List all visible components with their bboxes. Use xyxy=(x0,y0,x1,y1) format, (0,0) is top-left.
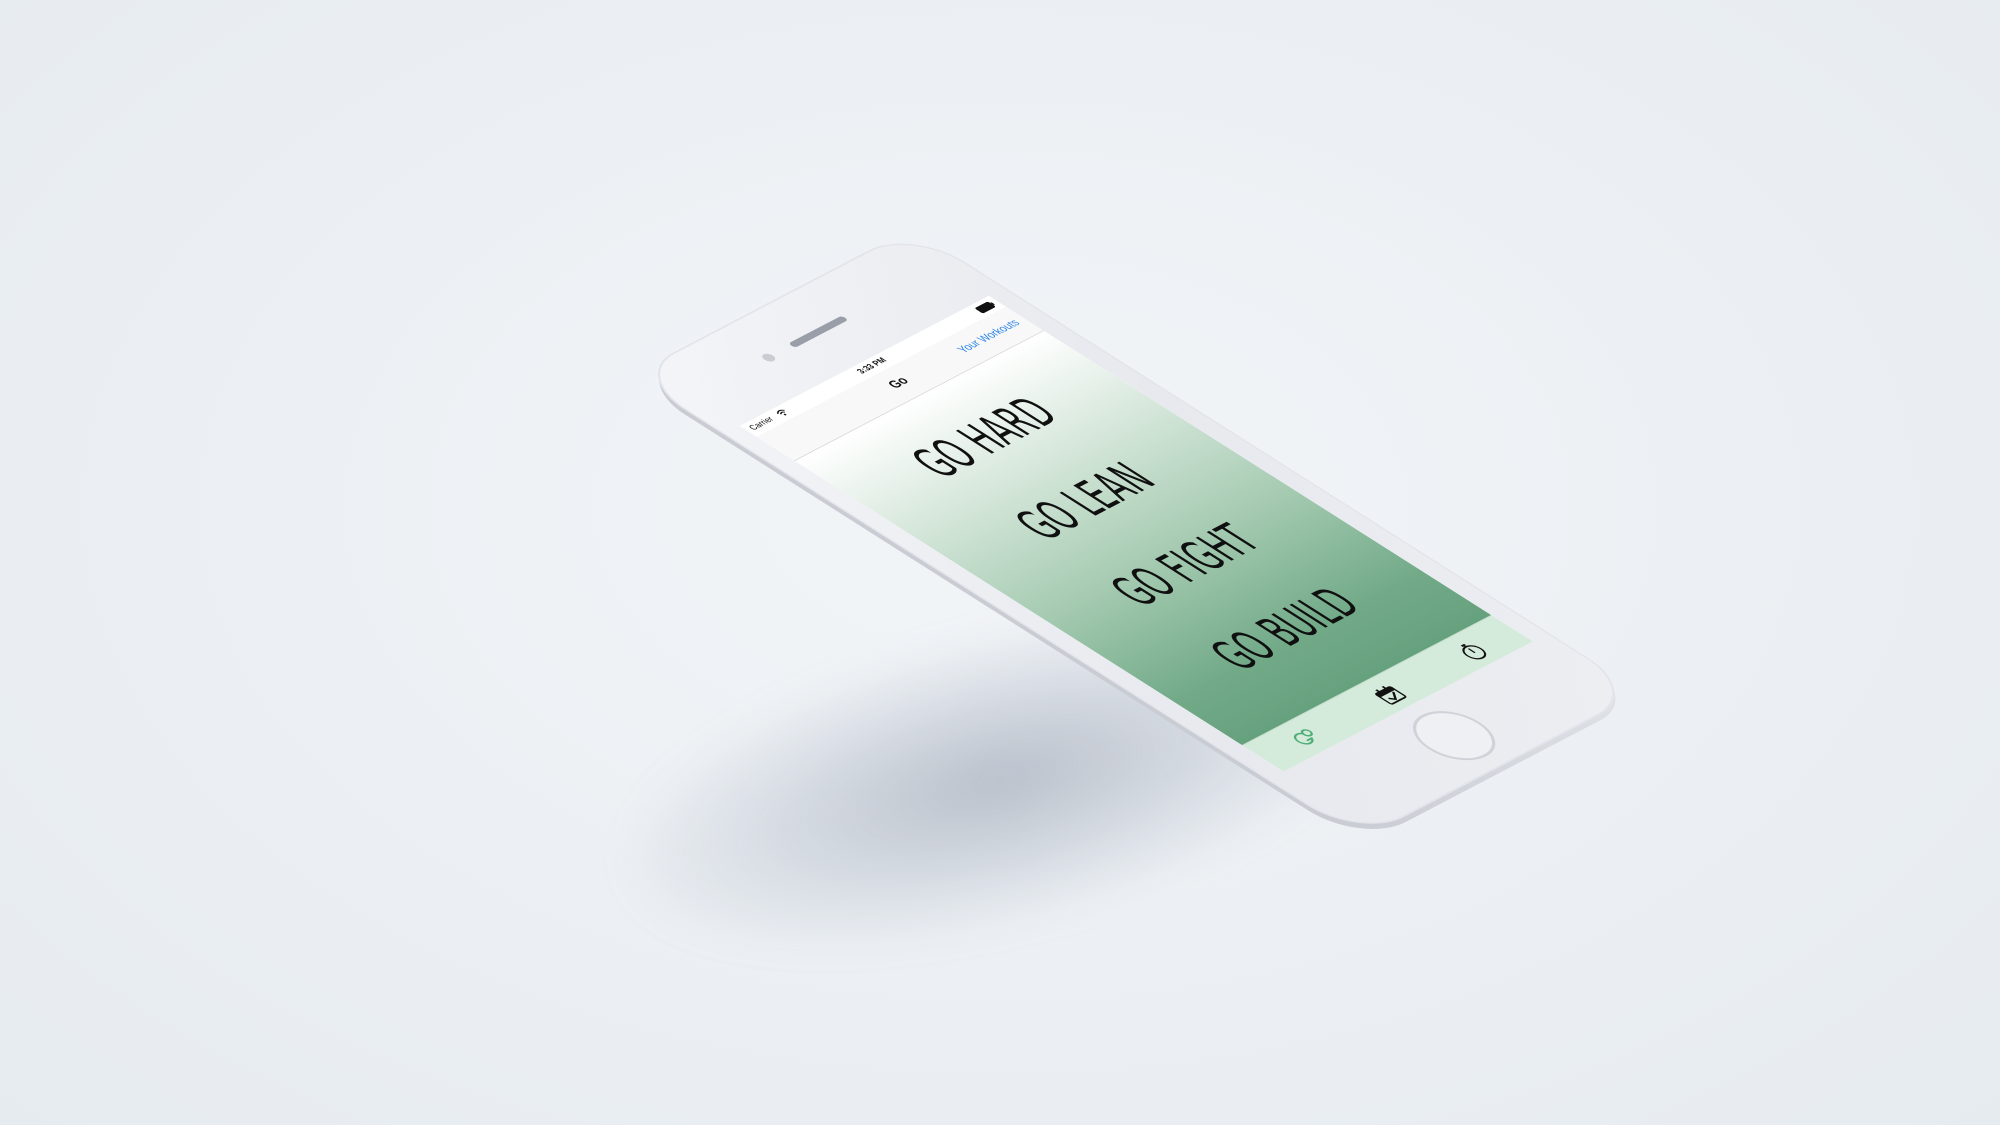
earpiece-speaker xyxy=(788,315,849,348)
front-camera xyxy=(759,352,778,363)
home-button[interactable] xyxy=(1396,701,1512,770)
mockup-stage: Carrier 3:33 PM Go Your Workouts GO HARD… xyxy=(0,0,2000,1125)
go-logo-icon xyxy=(1293,729,1314,745)
stopwatch-icon xyxy=(1460,643,1487,660)
calendar-check-icon xyxy=(1375,686,1407,705)
